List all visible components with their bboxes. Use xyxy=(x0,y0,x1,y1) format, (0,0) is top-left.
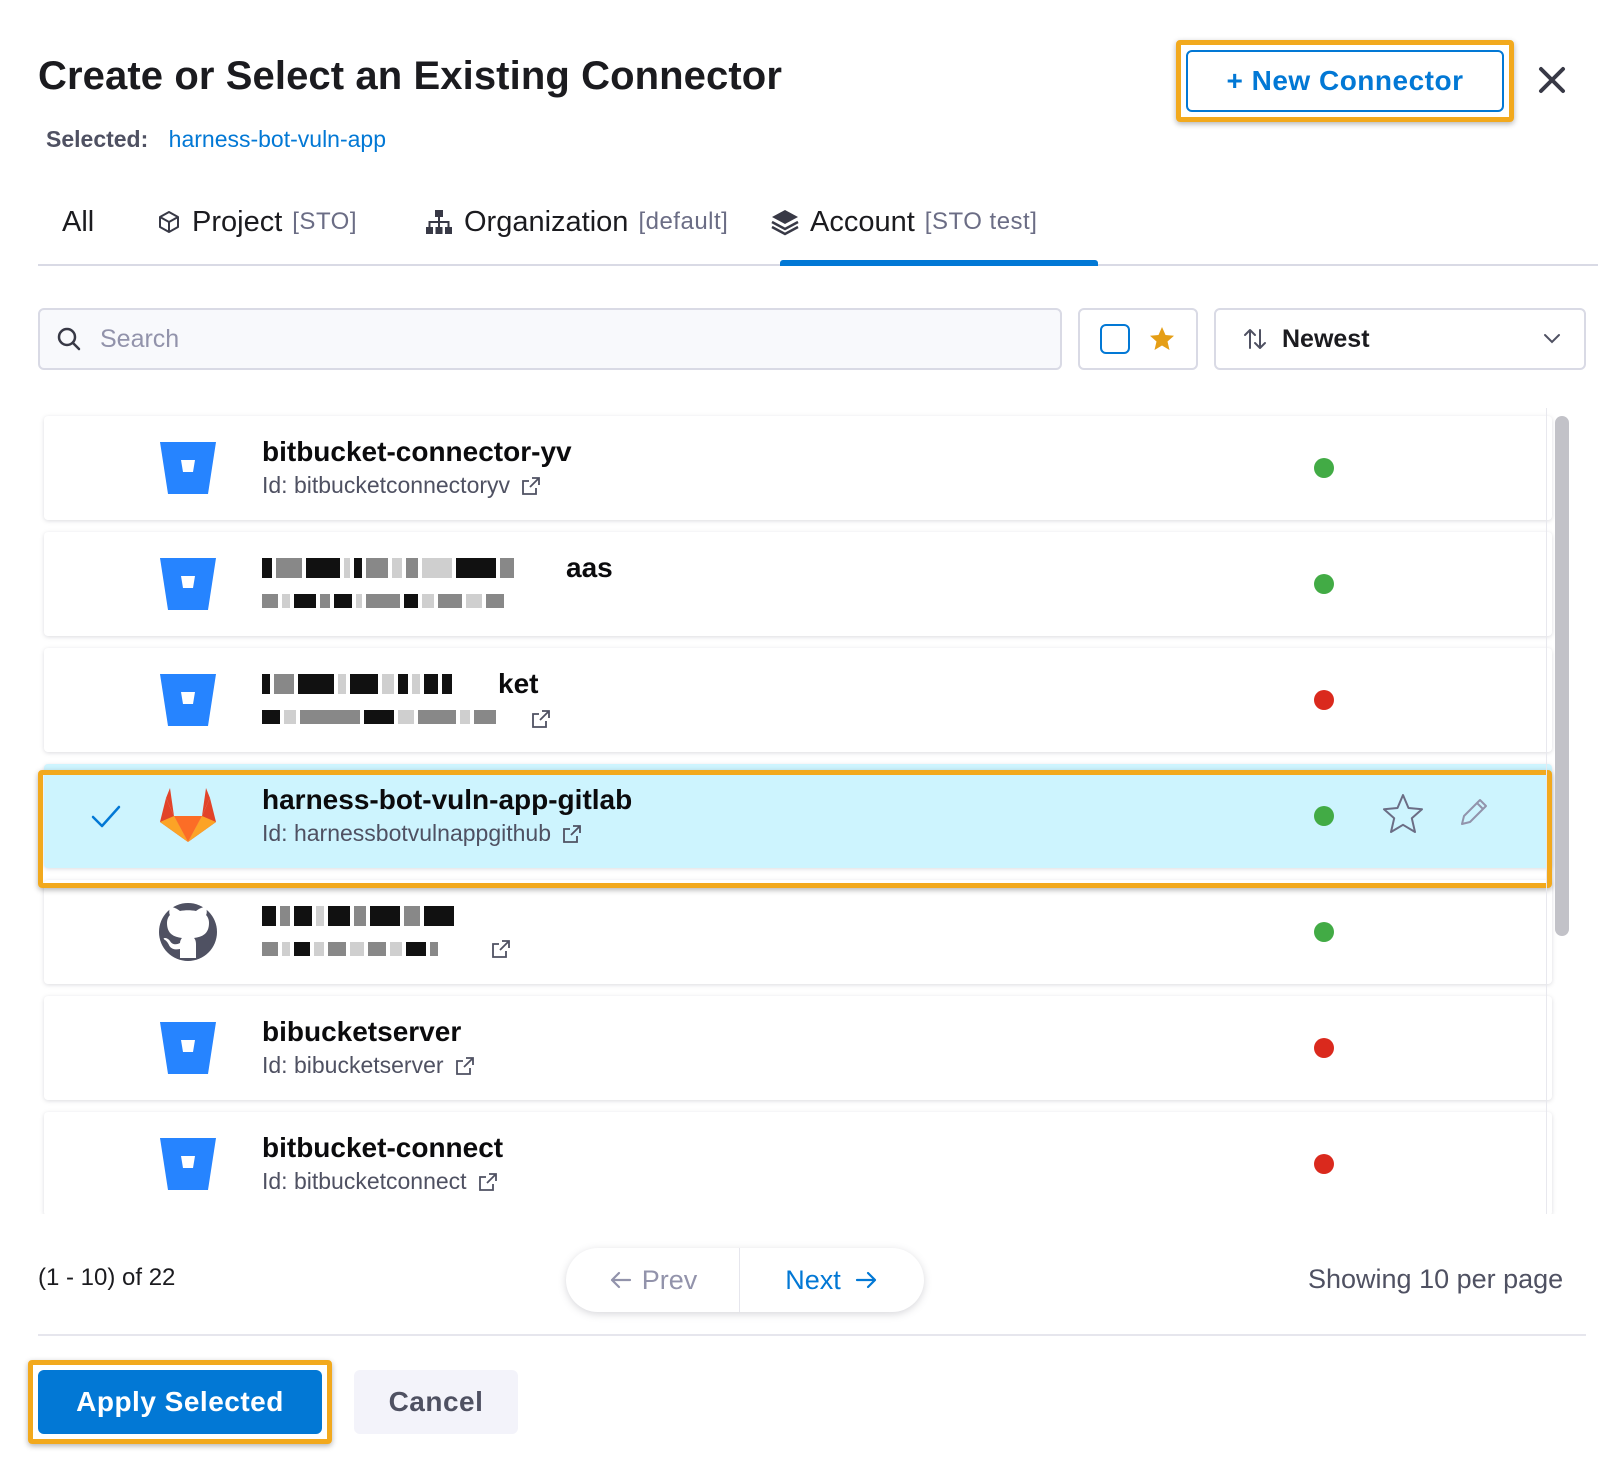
tab-project-label: Project xyxy=(192,205,283,238)
connector-row[interactable]: bitbucket-connector-yv Id: bitbucketconn… xyxy=(44,416,1552,520)
tab-organization[interactable]: Organization [default] xyxy=(424,202,728,242)
status-dot xyxy=(1314,922,1334,942)
bitbucket-icon xyxy=(160,1022,216,1074)
layers-icon xyxy=(771,210,799,236)
connector-id: Id: bitbucketconnectoryv xyxy=(262,472,542,499)
new-connector-button[interactable]: + New Connector xyxy=(1186,50,1504,112)
redacted-id xyxy=(262,710,500,724)
external-link-icon[interactable] xyxy=(454,1055,476,1077)
connector-row[interactable]: aas xyxy=(44,532,1552,636)
search-placeholder: Search xyxy=(100,324,180,353)
tab-project-sub: [STO] xyxy=(292,208,358,235)
status-dot xyxy=(1314,690,1334,710)
highlight-selected-row xyxy=(38,770,1552,888)
tab-account-label: Account xyxy=(810,205,915,238)
arrow-right-icon xyxy=(855,1271,876,1289)
search-icon xyxy=(57,327,81,351)
connector-id: Id: bitbucketconnect xyxy=(262,1168,499,1195)
favorites-filter[interactable] xyxy=(1078,308,1198,370)
external-link-icon[interactable] xyxy=(520,475,542,497)
scrollbar-thumb[interactable] xyxy=(1555,416,1569,936)
org-tree-icon xyxy=(426,210,452,234)
external-link-icon[interactable] xyxy=(530,708,552,730)
prev-button[interactable]: Prev xyxy=(566,1248,740,1312)
connector-row[interactable]: bibucketserver Id: bibucketserver xyxy=(44,996,1552,1100)
scope-tabs: All Project [STO] Organization [default]… xyxy=(38,190,1598,266)
next-label: Next xyxy=(785,1264,841,1295)
status-dot xyxy=(1314,458,1334,478)
connector-id-text: Id: bitbucketconnect xyxy=(262,1168,467,1194)
prev-label: Prev xyxy=(641,1264,698,1295)
list-scrollbar[interactable] xyxy=(1546,408,1578,1214)
connector-id-text: Id: bibucketserver xyxy=(262,1052,444,1078)
bitbucket-icon xyxy=(160,1138,216,1190)
status-dot xyxy=(1314,1154,1334,1174)
result-count: (1 - 10) of 22 xyxy=(38,1264,176,1291)
connector-name: aas xyxy=(566,552,613,583)
arrow-left-icon xyxy=(610,1271,631,1289)
bitbucket-icon xyxy=(160,558,216,610)
close-icon[interactable] xyxy=(1532,60,1572,100)
active-tab-indicator xyxy=(780,260,1098,266)
connector-id-text: Id: bitbucketconnectoryv xyxy=(262,472,511,498)
apply-selected-button[interactable]: Apply Selected xyxy=(38,1370,322,1434)
dialog-title: Create or Select an Existing Connector xyxy=(38,54,782,98)
connector-row[interactable] xyxy=(44,880,1552,984)
redacted-id xyxy=(262,594,508,608)
redacted-name xyxy=(262,674,456,694)
sort-dropdown[interactable]: Newest xyxy=(1214,308,1586,370)
tab-project[interactable]: Project [STO] xyxy=(156,202,357,242)
redacted-name xyxy=(262,558,518,578)
connector-name: bibucketserver xyxy=(262,1016,462,1047)
tab-account[interactable]: Account [STO test] xyxy=(770,202,1037,242)
connector-id: Id: bibucketserver xyxy=(262,1052,476,1079)
pagination: Prev Next xyxy=(566,1248,924,1312)
bitbucket-icon xyxy=(160,674,216,726)
sort-icon xyxy=(1244,329,1266,349)
favorites-checkbox[interactable] xyxy=(1100,324,1130,354)
selected-label: Selected: xyxy=(46,126,149,152)
footer-divider xyxy=(38,1334,1586,1336)
external-link-icon[interactable] xyxy=(490,938,512,960)
per-page-text: Showing 10 per page xyxy=(1308,1264,1564,1294)
github-icon xyxy=(159,903,217,961)
tab-all-label: All xyxy=(62,205,95,238)
status-dot xyxy=(1314,574,1334,594)
redacted-name xyxy=(262,906,458,926)
star-filled-icon xyxy=(1150,327,1174,350)
connector-row[interactable]: bitbucket-connect Id: bitbucketconnect xyxy=(44,1112,1552,1214)
external-link-icon[interactable] xyxy=(477,1171,499,1193)
sort-label: Newest xyxy=(1282,324,1370,353)
tab-account-sub: [STO test] xyxy=(924,208,1038,235)
connector-name: ket xyxy=(498,668,539,699)
tab-organization-label: Organization xyxy=(464,205,629,238)
next-button[interactable]: Next xyxy=(740,1248,924,1312)
selected-value: harness-bot-vuln-app xyxy=(168,126,386,152)
connector-row[interactable]: ket xyxy=(44,648,1552,752)
connector-name: bitbucket-connect xyxy=(262,1132,504,1163)
chevron-down-icon xyxy=(1544,334,1560,344)
connector-name: bitbucket-connector-yv xyxy=(262,436,572,467)
tab-organization-sub: [default] xyxy=(638,208,729,235)
cancel-button[interactable]: Cancel xyxy=(354,1370,518,1434)
redacted-id xyxy=(262,942,442,956)
bitbucket-icon xyxy=(160,442,216,494)
status-dot xyxy=(1314,1038,1334,1058)
tab-all[interactable]: All xyxy=(62,202,94,242)
cube-icon xyxy=(159,211,179,233)
selected-connector: Selected: harness-bot-vuln-app xyxy=(46,126,386,153)
search-input[interactable]: Search xyxy=(38,308,1062,370)
